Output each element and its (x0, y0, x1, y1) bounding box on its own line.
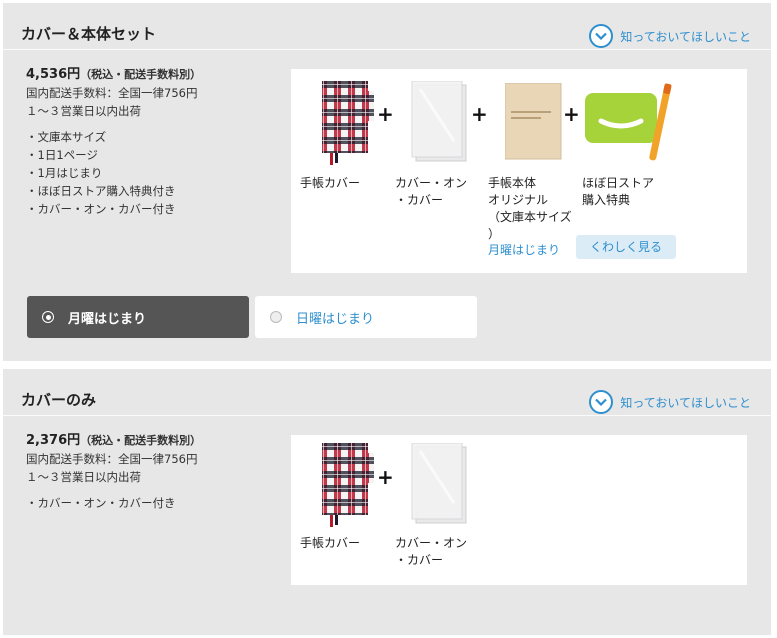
section-header: カバー＆本体セット 知っておいてほしいこと (3, 3, 771, 50)
start-day-link[interactable]: 月曜はじまり (488, 241, 560, 258)
price-info: 2,376円（税込・配送手数料別） 国内配送手数料：全国一律756円 １～３営業… (26, 431, 201, 512)
shipping-fee: 国内配送手数料：全国一律756円 (26, 86, 198, 100)
bonus-goods-image (583, 81, 677, 169)
price: 4,536円 (26, 67, 81, 82)
details-button[interactable]: くわしく見る (576, 235, 676, 259)
shipping-fee: 国内配送手数料：全国一律756円 (26, 452, 198, 466)
plus-icon: + (471, 102, 488, 126)
clear-cover-image (410, 80, 472, 167)
price-info: 4,536円（税込・配送手数料別） 国内配送手数料：全国一律756円 １～３営業… (26, 65, 201, 218)
product-box: + 手帳カバー カバー・オン ・カバー (291, 435, 747, 585)
section-title: カバー＆本体セット (21, 25, 157, 43)
start-option-monday[interactable]: 月曜はじまり (27, 296, 249, 338)
cover-only-section: カバーのみ 知っておいてほしいこと 2,376円（税込・配送手数料別） 国内配送… (3, 369, 771, 635)
set-section: カバー＆本体セット 知っておいてほしいこと 4,536円（税込・配送手数料別） … (3, 3, 771, 361)
cover-on-cover-label: カバー・オン ・カバー (395, 536, 468, 567)
shipping-time: １～３営業日以内出荷 (26, 104, 141, 118)
feature-item: ・カバー・オン・カバー付き (26, 202, 176, 216)
bonus-label: ほぼ日ストア 購入特典 (582, 176, 655, 207)
plus-icon: + (377, 102, 394, 126)
feature-item: ・カバー・オン・カバー付き (26, 496, 176, 510)
feature-item: ・1月はじまり (26, 166, 103, 180)
notebook-body-image (504, 82, 563, 165)
cover-label: 手帳カバー (300, 176, 361, 190)
notes-link[interactable]: 知っておいてほしいこと (589, 24, 751, 48)
notebook-cover-image (320, 81, 378, 171)
feature-list: ・カバー・オン・カバー付き (26, 494, 201, 512)
start-option-label[interactable]: 日曜はじまり (296, 308, 374, 327)
start-option-label[interactable]: 月曜はじまり (68, 308, 146, 327)
notes-link-label[interactable]: 知っておいてほしいこと (620, 28, 751, 45)
radio-checked-icon[interactable] (42, 311, 54, 323)
notebook-cover-image (320, 443, 378, 533)
notes-link[interactable]: 知っておいてほしいこと (589, 390, 751, 414)
shipping-time: １～３営業日以内出荷 (26, 470, 141, 484)
feature-item: ・文庫本サイズ (26, 130, 107, 144)
feature-item: ・1日1ページ (26, 148, 98, 162)
feature-item: ・ほぼ日ストア購入特典付き (26, 184, 176, 198)
notes-link-label[interactable]: 知っておいてほしいこと (620, 394, 751, 411)
plus-icon: + (563, 102, 580, 126)
cover-label: 手帳カバー (300, 536, 361, 550)
feature-list: ・文庫本サイズ ・1日1ページ ・1月はじまり ・ほぼ日ストア購入特典付き ・カ… (26, 128, 201, 218)
start-option-sunday[interactable]: 日曜はじまり (255, 296, 477, 338)
section-title: カバーのみ (21, 391, 97, 409)
price-note: （税込・配送手数料別） (80, 68, 202, 81)
notebook-body-label: 手帳本体 オリジナル （文庫本サイズ ） (488, 176, 572, 241)
radio-unchecked-icon[interactable] (270, 311, 282, 323)
product-box: + + + 手帳カバー カバー・オン ・カバー 手帳本体 オリジナル （文庫本サ… (291, 69, 747, 273)
chevron-down-icon[interactable] (589, 390, 614, 414)
plus-icon: + (377, 465, 394, 489)
price: 2,376円 (26, 433, 81, 448)
price-note: （税込・配送手数料別） (80, 434, 202, 447)
clear-cover-image (410, 442, 472, 529)
cover-on-cover-label: カバー・オン ・カバー (395, 176, 468, 207)
section-header: カバーのみ 知っておいてほしいこと (3, 369, 771, 416)
chevron-down-icon[interactable] (589, 24, 614, 48)
